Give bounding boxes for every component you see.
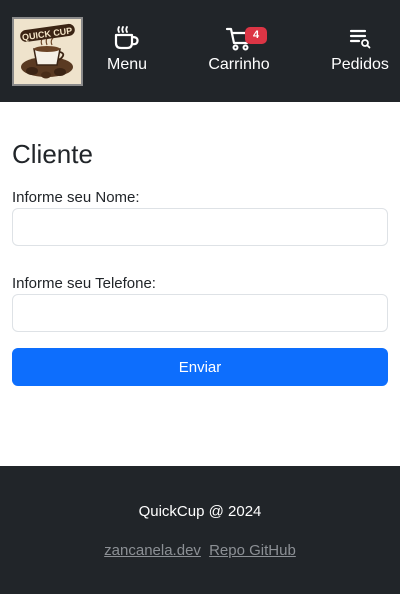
footer-link-github[interactable]: Repo GitHub [209,542,296,559]
nav-menu[interactable]: Menu [102,24,152,75]
footer-links: zancanela.dev Repo GitHub [0,541,400,561]
nav-cart[interactable]: 4 Carrinho [205,24,273,75]
phone-label: Informe seu Telefone: [12,275,156,292]
quickcup-logo[interactable]: QUICK CUP [12,17,83,86]
cart-count-badge: 4 [245,27,267,44]
nav-orders[interactable]: Pedidos [330,24,390,75]
name-label: Informe seu Nome: [12,189,140,206]
nav-cart-label: Carrinho [208,56,270,73]
nav-menu-label: Menu [106,56,148,73]
top-navbar: QUICK CUP Menu 4 Carrinho Pedidos [0,0,400,102]
footer-copyright: QuickCup @ 2024 [138,503,262,520]
submit-button[interactable]: Enviar [12,348,388,386]
coffee-cup-icon [102,24,152,52]
phone-input[interactable] [12,294,388,332]
cart-icon: 4 [205,24,273,52]
footer-link-website[interactable]: zancanela.dev [104,542,201,559]
nav-orders-label: Pedidos [331,56,389,73]
page-title: Cliente [12,139,93,169]
orders-list-icon [330,24,390,52]
name-input[interactable] [12,208,388,246]
footer: QuickCup @ 2024 zancanela.dev Repo GitHu… [0,466,400,594]
